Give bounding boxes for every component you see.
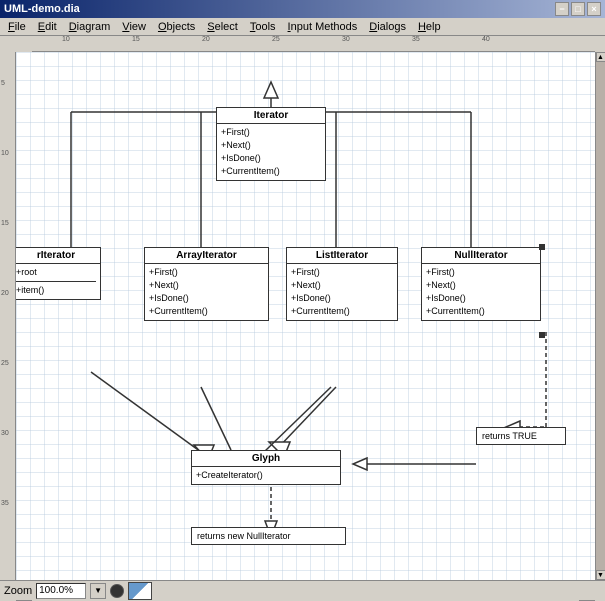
menu-dialogs[interactable]: Dialogs xyxy=(363,20,412,34)
zoom-label: Zoom xyxy=(4,585,32,597)
menu-file[interactable]: File xyxy=(2,20,32,34)
riterator-class: rIterator +root +item() xyxy=(16,247,101,300)
menu-select[interactable]: Select xyxy=(201,20,244,34)
scroll-up-button[interactable]: ▲ xyxy=(596,52,605,62)
top-ruler: 10 15 20 25 30 35 40 xyxy=(32,36,595,52)
statusbar: Zoom ▼ xyxy=(0,580,605,600)
ruler-tick: 30 xyxy=(342,36,350,43)
ruler-tick: 25 xyxy=(272,36,280,43)
menu-input-methods[interactable]: Input Methods xyxy=(282,20,364,34)
selection-handle xyxy=(539,332,545,338)
nulliterator-title: NullIterator xyxy=(422,248,540,264)
close-button[interactable]: × xyxy=(587,2,601,16)
glyph-class: Glyph +CreateIterator() xyxy=(191,450,341,485)
titlebar-controls: − □ × xyxy=(555,2,601,16)
color-picker-button[interactable] xyxy=(128,582,152,600)
titlebar-title: UML-demo.dia xyxy=(4,3,80,15)
minimize-button[interactable]: − xyxy=(555,2,569,16)
returns-null-note: returns new NullIterator xyxy=(191,527,346,545)
iterator-title: Iterator xyxy=(217,108,325,124)
ruler-tick: 15 xyxy=(132,36,140,43)
menu-objects[interactable]: Objects xyxy=(152,20,201,34)
ruler-tick: 40 xyxy=(482,36,490,43)
maximize-button[interactable]: □ xyxy=(571,2,585,16)
selection-handle xyxy=(539,244,545,250)
glyph-body: +CreateIterator() xyxy=(192,467,340,484)
titlebar: UML-demo.dia − □ × xyxy=(0,0,605,18)
arrayiterator-body: +First() +Next() +IsDone() +CurrentItem(… xyxy=(145,264,268,320)
snap-dot-button[interactable] xyxy=(110,584,124,598)
menu-help[interactable]: Help xyxy=(412,20,447,34)
ruler-tick: 20 xyxy=(202,36,210,43)
listiterator-body: +First() +Next() +IsDone() +CurrentItem(… xyxy=(287,264,397,320)
arrayiterator-title: ArrayIterator xyxy=(145,248,268,264)
ruler-tick: 10 xyxy=(62,36,70,43)
zoom-dropdown-button[interactable]: ▼ xyxy=(90,583,106,599)
nulliterator-class: NullIterator +First() +Next() +IsDone() … xyxy=(421,247,541,321)
menubar: File Edit Diagram View Objects Select To… xyxy=(0,18,605,36)
iterator-body: +First() +Next() +IsDone() +CurrentItem(… xyxy=(217,124,325,180)
listiterator-title: ListIterator xyxy=(287,248,397,264)
menu-edit[interactable]: Edit xyxy=(32,20,63,34)
arrayiterator-class: ArrayIterator +First() +Next() +IsDone()… xyxy=(144,247,269,321)
ruler-tick: 35 xyxy=(412,36,420,43)
menu-view[interactable]: View xyxy=(116,20,152,34)
canvas-container: Iterator +First() +Next() +IsDone() +Cur… xyxy=(16,52,595,580)
glyph-title: Glyph xyxy=(192,451,340,467)
menu-tools[interactable]: Tools xyxy=(244,20,282,34)
iterator-class: Iterator +First() +Next() +IsDone() +Cur… xyxy=(216,107,326,181)
listiterator-class: ListIterator +First() +Next() +IsDone() … xyxy=(286,247,398,321)
returns-true-note: returns TRUE xyxy=(476,427,566,445)
nulliterator-body: +First() +Next() +IsDone() +CurrentItem(… xyxy=(422,264,540,320)
scroll-down-button[interactable]: ▼ xyxy=(596,570,605,580)
riterator-body: +root +item() xyxy=(16,264,100,299)
left-ruler-panel: 5 10 15 20 25 30 35 xyxy=(0,52,16,580)
menu-diagram[interactable]: Diagram xyxy=(63,20,117,34)
zoom-input[interactable] xyxy=(36,583,86,599)
riterator-title: rIterator xyxy=(16,248,100,264)
vscroll-track[interactable] xyxy=(596,62,605,570)
vertical-scrollbar[interactable]: ▲ ▼ xyxy=(595,52,605,580)
canvas[interactable]: Iterator +First() +Next() +IsDone() +Cur… xyxy=(16,52,595,580)
